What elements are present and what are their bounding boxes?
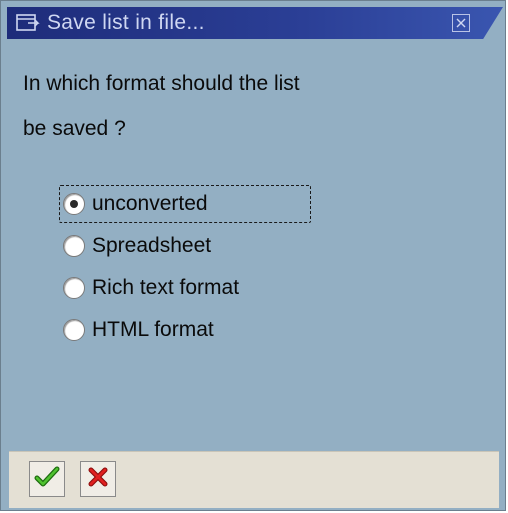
radio-option-html[interactable]: HTML format [59, 311, 311, 349]
checkmark-icon [34, 465, 60, 494]
save-list-dialog: Save list in file... In which format sho… [0, 0, 506, 511]
radio-option-spreadsheet[interactable]: Spreadsheet [59, 227, 311, 265]
confirm-button[interactable] [29, 461, 65, 497]
dialog-window-icon [15, 13, 41, 33]
title-bar[interactable]: Save list in file... [7, 7, 503, 39]
radio-label: unconverted [92, 192, 208, 215]
radio-selected-dot [70, 200, 78, 208]
radio-label: Rich text format [92, 276, 240, 299]
radio-option-unconverted[interactable]: unconverted [59, 185, 311, 223]
radio-option-rich-text[interactable]: Rich text format [59, 269, 311, 307]
close-icon[interactable] [452, 14, 470, 32]
format-question: In which format should the list be saved… [23, 61, 383, 151]
dialog-footer [9, 451, 499, 508]
question-line-2: be saved ? [23, 117, 126, 140]
radio-button[interactable] [63, 193, 85, 215]
dialog-title: Save list in file... [47, 11, 205, 34]
radio-button[interactable] [63, 277, 85, 299]
format-radio-group: unconverted Spreadsheet Rich text format… [59, 185, 311, 353]
question-line-1: In which format should the list [23, 72, 300, 95]
radio-label: HTML format [92, 318, 214, 341]
radio-button[interactable] [63, 235, 85, 257]
radio-button[interactable] [63, 319, 85, 341]
cancel-button[interactable] [80, 461, 116, 497]
radio-label: Spreadsheet [92, 234, 212, 257]
cancel-x-icon [87, 466, 109, 493]
